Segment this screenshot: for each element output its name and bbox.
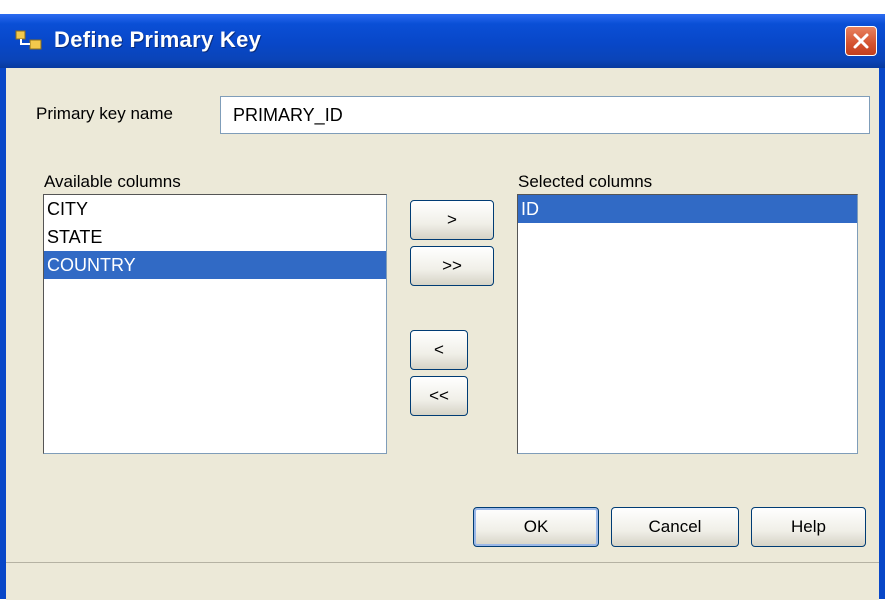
- list-item[interactable]: COUNTRY: [44, 251, 386, 279]
- selected-columns-label: Selected columns: [518, 172, 653, 191]
- close-button[interactable]: [845, 26, 877, 56]
- list-item[interactable]: ID: [518, 195, 857, 223]
- dialog-window: Define Primary Key Primary key name PRIM…: [0, 0, 885, 600]
- background-strip: [0, 0, 885, 14]
- title-bar[interactable]: Define Primary Key: [0, 14, 885, 68]
- selected-columns-list[interactable]: ID: [517, 194, 858, 454]
- primary-key-name-input[interactable]: PRIMARY_ID: [220, 96, 870, 134]
- ok-button[interactable]: OK: [473, 507, 599, 547]
- available-columns-label: Available columns: [44, 172, 181, 191]
- dialog-footer-strip: [6, 562, 879, 600]
- remove-selected-button[interactable]: <: [410, 330, 468, 370]
- available-columns-list[interactable]: CITY STATE COUNTRY: [43, 194, 387, 454]
- dialog-title: Define Primary Key: [54, 27, 262, 52]
- list-item[interactable]: STATE: [44, 223, 386, 251]
- remove-all-button[interactable]: <<: [410, 376, 468, 416]
- help-button[interactable]: Help: [751, 507, 866, 547]
- window-border-right: [879, 68, 885, 599]
- close-icon: [853, 33, 869, 49]
- cancel-button[interactable]: Cancel: [611, 507, 739, 547]
- list-item[interactable]: CITY: [44, 195, 386, 223]
- key-icon: [15, 30, 42, 50]
- add-all-button[interactable]: >>: [410, 246, 494, 286]
- add-selected-button[interactable]: >: [410, 200, 494, 240]
- primary-key-name-label: Primary key name: [36, 104, 173, 123]
